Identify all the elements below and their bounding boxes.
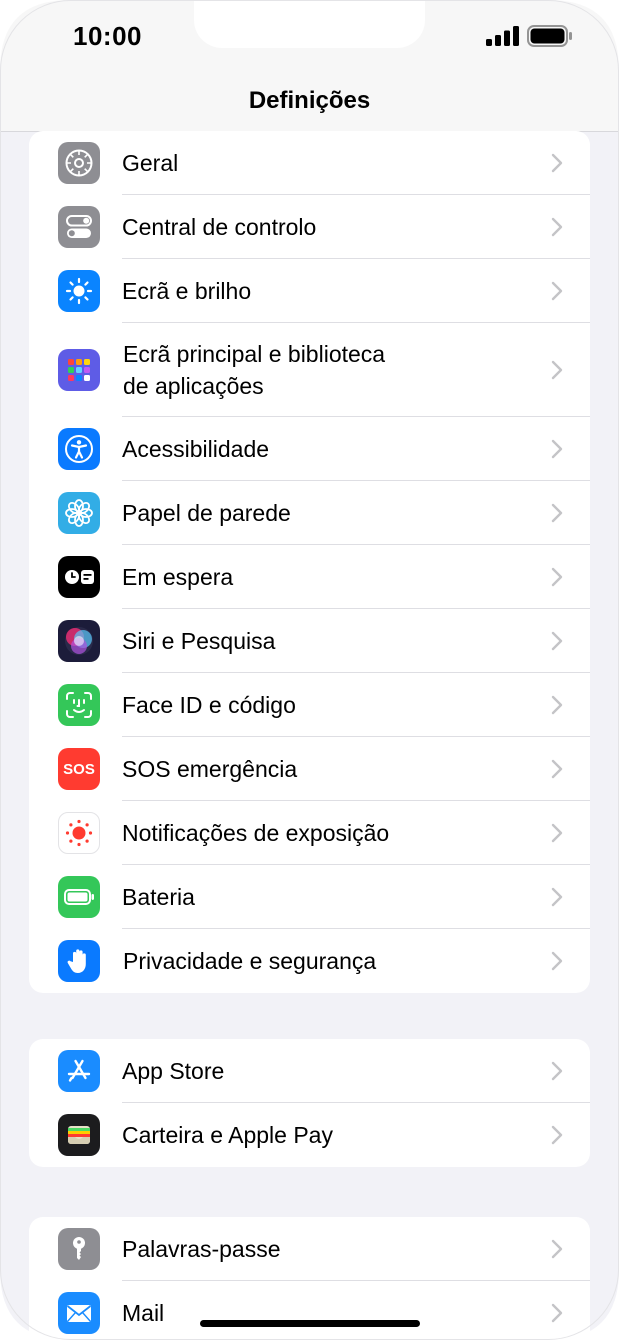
settings-item-exposure-notifications[interactable]: Notificações de exposição (29, 801, 590, 865)
settings-item-label: Geral (122, 150, 179, 176)
chevron-right-icon (551, 887, 563, 907)
settings-item-passwords[interactable]: Palavras-passe (29, 1217, 590, 1281)
toggles-icon (58, 206, 100, 248)
chevron-right-icon (551, 823, 563, 843)
settings-item-accessibility[interactable]: Acessibilidade (29, 417, 590, 481)
settings-item-face-id-passcode[interactable]: Face ID e código (29, 673, 590, 737)
cellular-signal-icon (486, 26, 519, 46)
settings-item-battery[interactable]: Bateria (29, 865, 590, 929)
sos-icon-text: SOS (63, 760, 95, 778)
gear-icon (58, 142, 100, 184)
battery-status-icon (527, 25, 572, 47)
settings-item-general[interactable]: Geral (29, 131, 590, 195)
app-store-icon (58, 1050, 100, 1092)
settings-item-label-line2: de aplicações (123, 373, 264, 399)
settings-item-label-line1: Ecrã principal e biblioteca (123, 341, 386, 367)
chevron-right-icon (551, 1061, 563, 1081)
flower-icon (58, 492, 100, 534)
settings-item-label: Acessibilidade (122, 436, 270, 462)
settings-item-label: SOS emergência (122, 756, 298, 782)
chevron-right-icon (551, 360, 563, 380)
chevron-right-icon (551, 951, 563, 971)
sun-icon (58, 270, 100, 312)
settings-item-label: Privacidade e segurança (123, 948, 377, 974)
settings-item-app-store[interactable]: App Store (29, 1039, 590, 1103)
status-time: 10:00 (73, 21, 142, 51)
chevron-right-icon (551, 759, 563, 779)
notch (194, 0, 425, 48)
wallet-icon (58, 1114, 100, 1156)
chevron-right-icon (551, 567, 563, 587)
settings-item-standby[interactable]: Em espera (29, 545, 590, 609)
settings-item-mail[interactable]: Mail (29, 1281, 590, 1340)
settings-group-store: App Store Carteira e Apple Pay (29, 1039, 590, 1167)
status-bar: 10:00 (0, 0, 619, 75)
mail-icon (58, 1292, 100, 1334)
settings-item-label: Ecrã e brilho (122, 278, 252, 304)
settings-item-home-screen-library[interactable]: Ecrã principal e biblioteca de aplicaçõe… (29, 323, 590, 417)
page-title: Definições (248, 87, 371, 114)
app-grid-icon (58, 349, 100, 391)
chevron-right-icon (551, 439, 563, 459)
chevron-right-icon (551, 1239, 563, 1259)
chevron-right-icon (551, 281, 563, 301)
settings-item-privacy-security[interactable]: Privacidade e segurança (29, 929, 590, 993)
chevron-right-icon (551, 1125, 563, 1145)
settings-item-wallet-apple-pay[interactable]: Carteira e Apple Pay (29, 1103, 590, 1167)
settings-item-emergency-sos[interactable]: SOS SOS emergência (29, 737, 590, 801)
settings-list[interactable]: Geral Central de controlo Ecrã e brilho … (0, 131, 619, 1340)
settings-item-label: Ecrã principal e biblioteca de aplicaçõe… (123, 338, 550, 402)
settings-item-label: Bateria (122, 884, 195, 910)
chevron-right-icon (551, 631, 563, 651)
settings-item-wallpaper[interactable]: Papel de parede (29, 481, 590, 545)
settings-item-label: Siri e Pesquisa (122, 628, 276, 654)
settings-item-display-brightness[interactable]: Ecrã e brilho (29, 259, 590, 323)
settings-item-control-centre[interactable]: Central de controlo (29, 195, 590, 259)
accessibility-icon (58, 428, 100, 470)
settings-item-label: Central de controlo (122, 214, 317, 240)
home-indicator[interactable] (200, 1320, 420, 1327)
battery-icon (58, 876, 100, 918)
hand-icon (58, 940, 100, 982)
faceid-icon (58, 684, 100, 726)
exposure-icon (58, 812, 100, 854)
settings-item-label: Notificações de exposição (122, 820, 390, 846)
chevron-right-icon (551, 503, 563, 523)
siri-icon (58, 620, 100, 662)
navigation-bar: Definições (0, 75, 619, 132)
settings-item-label: Face ID e código (122, 692, 296, 718)
settings-item-label: Carteira e Apple Pay (122, 1122, 333, 1148)
settings-item-label: Papel de parede (122, 500, 291, 526)
settings-item-label: App Store (122, 1058, 225, 1084)
settings-item-label: Palavras-passe (122, 1236, 281, 1262)
sos-icon: SOS (58, 748, 100, 790)
settings-item-label: Em espera (122, 564, 234, 590)
key-icon (58, 1228, 100, 1270)
chevron-right-icon (551, 1303, 563, 1323)
chevron-right-icon (551, 695, 563, 715)
chevron-right-icon (551, 217, 563, 237)
standby-icon (58, 556, 100, 598)
settings-item-siri-search[interactable]: Siri e Pesquisa (29, 609, 590, 673)
chevron-right-icon (551, 153, 563, 173)
settings-group-main: Geral Central de controlo Ecrã e brilho … (29, 131, 590, 993)
